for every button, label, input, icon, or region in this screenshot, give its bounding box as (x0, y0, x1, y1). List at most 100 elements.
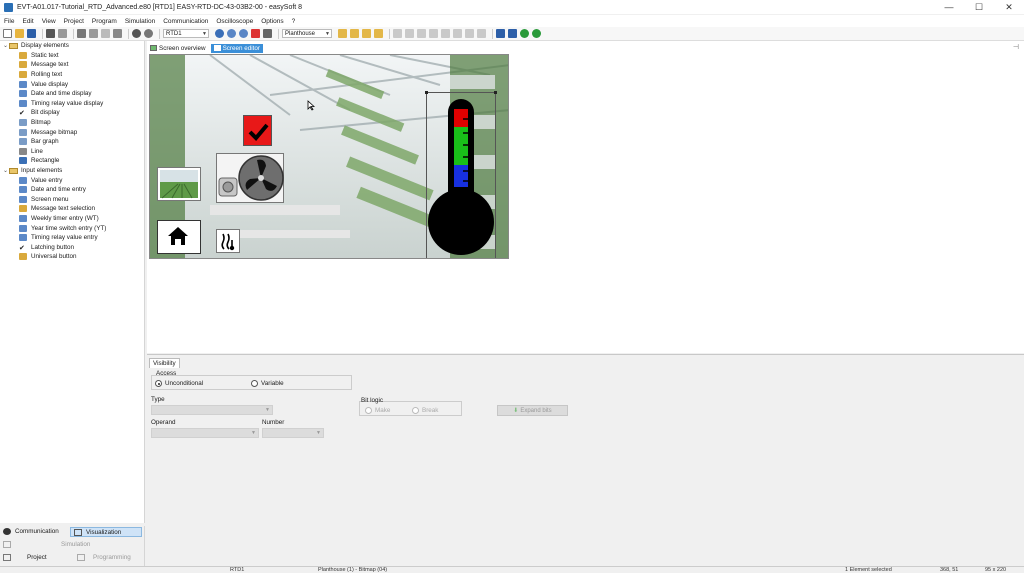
same-width-icon[interactable] (465, 29, 474, 38)
selection-handle[interactable] (425, 258, 428, 259)
tree-item[interactable]: Date and time entry (0, 185, 144, 195)
menu-communication[interactable]: Communication (163, 18, 208, 25)
align-left-icon[interactable] (393, 29, 402, 38)
screen-paste-icon[interactable] (350, 29, 359, 38)
clear-icon[interactable] (251, 29, 260, 38)
screen-canvas[interactable] (149, 54, 509, 259)
menu-file[interactable]: File (4, 18, 14, 25)
align-bottom-icon[interactable] (453, 29, 462, 38)
delete-icon[interactable] (113, 29, 122, 38)
thermometer-bar-graph[interactable] (425, 91, 497, 259)
tree-item[interactable]: Rolling text (0, 70, 144, 80)
selection-handle[interactable] (494, 91, 497, 94)
tree-item[interactable]: Weekly timer entry (WT) (0, 214, 144, 224)
nav-simulation[interactable]: Simulation (3, 541, 90, 548)
tree-item[interactable]: Bar graph (0, 137, 144, 147)
device-combo[interactable]: RTD1 ▼ (163, 29, 209, 38)
radio-unconditional[interactable]: Unconditional (155, 380, 203, 387)
minimize-button[interactable]: — (934, 0, 964, 14)
copy-icon[interactable] (89, 29, 98, 38)
pin-icon[interactable]: ⊣ (1013, 43, 1019, 51)
tree-item[interactable]: Message bitmap (0, 127, 144, 137)
type-combo[interactable]: ▼ (151, 405, 273, 415)
zoom-icon[interactable] (215, 29, 224, 38)
selection-handle[interactable] (425, 91, 428, 94)
menu-oscilloscope[interactable]: Oscilloscope (216, 18, 253, 25)
menu-simulation[interactable]: Simulation (125, 18, 155, 25)
tree-item[interactable]: Timing relay value display (0, 99, 144, 109)
tree-group-display-elements[interactable]: ⌄ Display elements (0, 41, 144, 51)
grid-icon[interactable] (263, 29, 272, 38)
number-combo[interactable]: ▼ (262, 428, 324, 438)
undo-icon[interactable] (132, 29, 141, 38)
same-height-icon[interactable] (477, 29, 486, 38)
nav-project[interactable]: Project (3, 554, 47, 561)
message-text-icon (19, 61, 27, 69)
align-right-icon[interactable] (417, 29, 426, 38)
tree-group-input-elements[interactable]: ⌄ Input elements (0, 166, 144, 176)
tree-item[interactable]: Year time switch entry (YT) (0, 223, 144, 233)
screen-delete-icon[interactable] (374, 29, 383, 38)
menu-view[interactable]: View (42, 18, 56, 25)
align-middle-icon[interactable] (441, 29, 450, 38)
heater-button[interactable] (216, 229, 240, 253)
device-combo-value: RTD1 (166, 30, 182, 37)
tree-item[interactable]: ✔ Bit display (0, 108, 144, 118)
align-top-icon[interactable] (429, 29, 438, 38)
tree-item[interactable]: Rectangle (0, 156, 144, 166)
print-icon[interactable] (46, 29, 55, 38)
menu-project[interactable]: Project (64, 18, 84, 25)
nav-visualization[interactable]: Visualization (70, 527, 142, 537)
tree-item[interactable]: Date and time display (0, 89, 144, 99)
tree-item[interactable]: Screen menu (0, 195, 144, 205)
screen-add-icon[interactable] (362, 29, 371, 38)
move-vertical-icon[interactable] (496, 29, 505, 38)
tree-item[interactable]: ✔ Latching button (0, 242, 144, 252)
nav-programming[interactable]: Programming (77, 554, 131, 561)
tree-item[interactable]: Static text (0, 51, 144, 61)
refresh-icon[interactable] (520, 29, 529, 38)
menu-options[interactable]: Options (261, 18, 283, 25)
radio-make[interactable]: Make (365, 407, 390, 414)
menu-program[interactable]: Program (92, 18, 117, 25)
save-icon[interactable] (27, 29, 36, 38)
greenhouse-bitmap-button[interactable] (157, 167, 201, 201)
screen-copy-icon[interactable] (338, 29, 347, 38)
zoom-in-icon[interactable] (227, 29, 236, 38)
fan-bitmap[interactable] (216, 153, 284, 203)
print-preview-icon[interactable] (58, 29, 67, 38)
tree-item[interactable]: Message text (0, 60, 144, 70)
maximize-button[interactable]: ☐ (964, 0, 994, 14)
tree-item[interactable]: Value display (0, 79, 144, 89)
tree-item[interactable]: Message text selection (0, 204, 144, 214)
paste-icon[interactable] (101, 29, 110, 38)
home-button[interactable] (157, 220, 201, 254)
align-center-icon[interactable] (405, 29, 414, 38)
tab-screen-overview[interactable]: Screen overview (147, 44, 209, 53)
tree-item[interactable]: Line (0, 147, 144, 157)
screen-combo[interactable]: Planthouse ▼ (282, 29, 332, 38)
tab-visibility[interactable]: Visibility (149, 358, 180, 368)
tab-screen-editor[interactable]: Screen editor (210, 43, 264, 53)
menu-help[interactable]: ? (292, 18, 296, 25)
open-folder-icon[interactable] (15, 29, 24, 38)
move-horizontal-icon[interactable] (508, 29, 517, 38)
menu-edit[interactable]: Edit (22, 18, 33, 25)
close-button[interactable]: ✕ (994, 0, 1024, 14)
selection-handle[interactable] (494, 258, 497, 259)
expand-bits-button[interactable]: ⬇ Expand bits (497, 405, 568, 416)
tree-item[interactable]: Timing relay value entry (0, 233, 144, 243)
tree-item[interactable]: Bitmap (0, 118, 144, 128)
operand-combo[interactable]: ▼ (151, 428, 259, 438)
new-file-icon[interactable] (3, 29, 12, 38)
rotate-icon[interactable] (532, 29, 541, 38)
tree-item[interactable]: Universal button (0, 252, 144, 262)
redo-icon[interactable] (144, 29, 153, 38)
tree-item[interactable]: Value entry (0, 175, 144, 185)
radio-variable[interactable]: Variable (251, 380, 284, 387)
radio-break[interactable]: Break (412, 407, 438, 414)
nav-communication[interactable]: Communication (3, 528, 59, 535)
cut-icon[interactable] (77, 29, 86, 38)
zoom-out-icon[interactable] (239, 29, 248, 38)
bit-display-checkbox[interactable] (243, 115, 272, 146)
